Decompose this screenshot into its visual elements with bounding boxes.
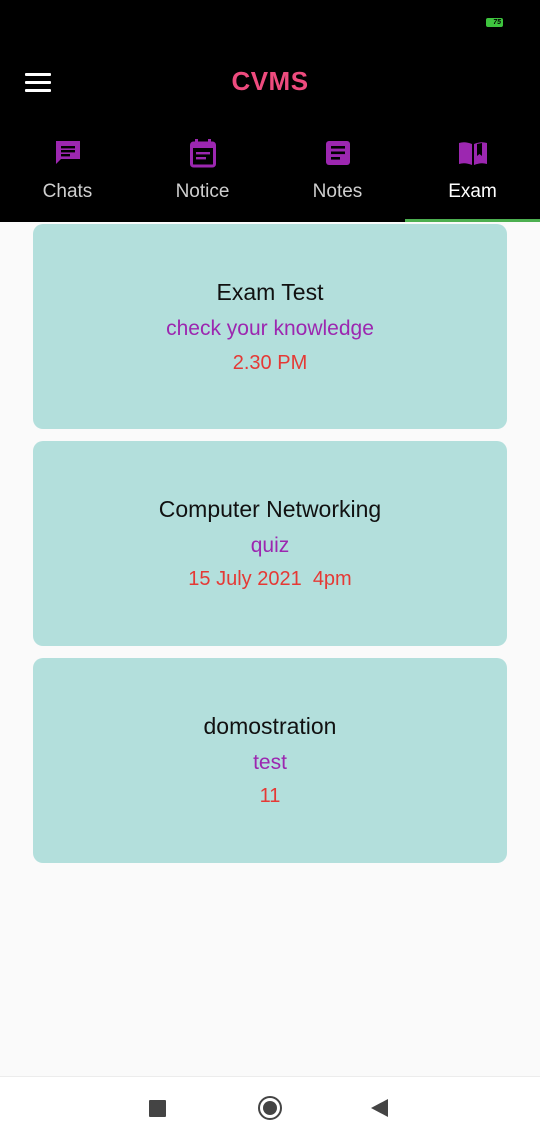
tab-chats[interactable]: Chats xyxy=(0,128,135,222)
exam-card[interactable]: Exam Test check your knowledge 2.30 PM xyxy=(33,224,507,429)
tab-label: Chats xyxy=(42,181,93,202)
battery-icon: 75 xyxy=(486,18,503,27)
exam-subtitle: quiz xyxy=(250,534,290,557)
exam-card[interactable]: Computer Networking quiz 15 July 2021 4p… xyxy=(33,441,507,646)
tab-notice[interactable]: Notice xyxy=(135,128,270,222)
book-open-icon xyxy=(458,142,487,165)
exam-time: 15 July 2021 4pm xyxy=(188,568,352,590)
system-nav-bar xyxy=(0,1076,540,1141)
exam-subtitle: test xyxy=(253,751,287,774)
recents-square-icon[interactable] xyxy=(149,1100,166,1117)
notes-icon xyxy=(325,141,350,165)
exam-title: Computer Networking xyxy=(158,496,382,522)
chat-icon xyxy=(55,141,80,164)
back-triangle-icon[interactable] xyxy=(371,1099,388,1117)
app-title: CVMS xyxy=(231,66,309,96)
calendar-notice-icon xyxy=(189,139,216,168)
exam-title: Exam Test xyxy=(216,279,324,305)
tab-label: Notice xyxy=(175,181,230,202)
tab-label: Exam xyxy=(448,181,497,202)
home-circle-icon[interactable] xyxy=(258,1096,282,1120)
tab-label: Notes xyxy=(312,181,363,202)
exam-time: 2.30 PM xyxy=(232,352,308,374)
exam-title: domostration xyxy=(203,713,337,739)
tab-exam[interactable]: Exam xyxy=(405,128,540,222)
app-bar: 75 CVMS Chats Notice Notes Exam xyxy=(0,0,540,222)
exam-card[interactable]: domostration test 11 xyxy=(33,658,507,863)
exam-subtitle: check your knowledge xyxy=(166,317,374,340)
exam-time: 11 xyxy=(259,785,281,807)
tab-notes[interactable]: Notes xyxy=(270,128,405,222)
tab-bar: Chats Notice Notes Exam xyxy=(0,128,540,222)
